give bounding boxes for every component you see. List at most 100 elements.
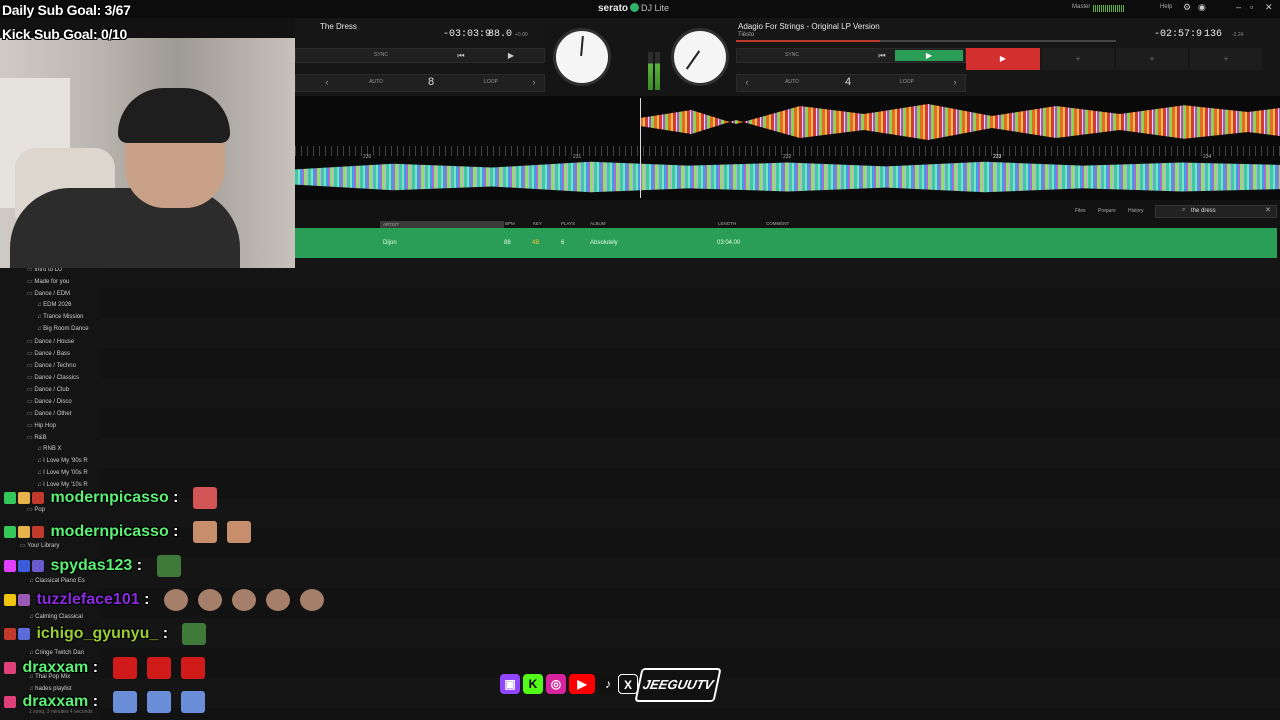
- crate-item[interactable]: Cringe Twitch Dan: [29, 650, 84, 656]
- cell-artist: Dijon: [383, 240, 397, 246]
- deck1-level-meter: [648, 52, 653, 90]
- col-bpm[interactable]: BPM: [505, 221, 515, 226]
- account-icon[interactable]: ◉: [1198, 2, 1206, 13]
- crate-item[interactable]: R&B: [27, 434, 46, 441]
- hotcue-1-button[interactable]: ▶: [966, 48, 1040, 70]
- cell-length: 03:04.00: [717, 240, 741, 246]
- deck2-overview[interactable]: [736, 40, 1116, 42]
- kick-sub-goal: Kick Sub Goal: 0/10: [2, 26, 128, 42]
- deck1-cue-button[interactable]: ⏮: [446, 50, 476, 61]
- crate-item[interactable]: Classical Piano Es: [29, 578, 85, 584]
- deck1-next-icon[interactable]: ›: [528, 77, 540, 88]
- tiktok-icon: ♪: [598, 674, 618, 694]
- crate-item[interactable]: Dance / Classics: [27, 374, 79, 381]
- col-key[interactable]: KEY: [533, 221, 542, 226]
- crate-item[interactable]: Dance / Club: [27, 386, 69, 393]
- empty-row: [100, 618, 1280, 648]
- col-length[interactable]: LENGTH: [718, 221, 736, 226]
- crate-item[interactable]: Dance / Bass: [27, 350, 70, 357]
- deck2-bpm: 136: [1204, 29, 1223, 40]
- help-menu[interactable]: Help: [1160, 4, 1172, 10]
- emote-icon: [156, 555, 181, 577]
- deck2-next-icon[interactable]: ›: [949, 77, 961, 88]
- hotcue-4-button[interactable]: +: [1190, 48, 1262, 70]
- chat-message: modernpicasso :: [4, 521, 251, 543]
- deck2-gain-knob[interactable]: [671, 28, 729, 86]
- minimize-icon[interactable]: –: [1236, 2, 1241, 12]
- search-input[interactable]: the dress: [1191, 208, 1216, 214]
- crate-item[interactable]: Dance / Disco: [27, 398, 71, 405]
- deck2-level-meter: [655, 52, 660, 90]
- search-box[interactable]: ⌕ the dress: [1155, 205, 1277, 218]
- deck1-waveform: [295, 161, 1280, 193]
- streamer-hair: [118, 88, 230, 143]
- empty-row: [100, 438, 1280, 468]
- deck2-prev-icon[interactable]: ‹: [741, 77, 753, 88]
- bar-marker: 230: [363, 154, 372, 160]
- tab-prepare[interactable]: Prepare: [1098, 208, 1116, 214]
- col-album[interactable]: ALBUM: [590, 221, 606, 226]
- crate-item[interactable]: Hip Hop: [27, 422, 56, 429]
- deck2-play-button[interactable]: ▶: [895, 50, 963, 61]
- tab-history[interactable]: History: [1128, 208, 1144, 214]
- crate-item[interactable]: Trance Mission: [37, 314, 83, 320]
- col-artist[interactable]: ARTIST: [380, 221, 504, 228]
- chat-message: draxxam :: [4, 691, 205, 713]
- maximize-icon[interactable]: ▫: [1250, 2, 1253, 12]
- kick-icon: K: [523, 674, 543, 694]
- table-row[interactable]: Dijon 88 4B 6 Absolutely 03:04.00: [295, 228, 1277, 258]
- hotcue-2-button[interactable]: +: [1042, 48, 1114, 70]
- empty-row: [100, 378, 1280, 408]
- deck1-loop-button[interactable]: LOOP: [476, 77, 506, 88]
- chat-message: ichigo_gyunyu_ :: [4, 623, 207, 645]
- crate-item[interactable]: Your Library: [20, 542, 59, 549]
- serato-dot-icon: [630, 3, 640, 12]
- deck2-loop-button[interactable]: LOOP: [892, 77, 922, 88]
- deck1-pitch: +0.00: [515, 32, 528, 38]
- hotcue-3-button[interactable]: +: [1116, 48, 1188, 70]
- waveform-display[interactable]: 230 231 232 233 234: [295, 96, 1280, 200]
- crate-item[interactable]: EDM 2026: [37, 302, 71, 308]
- deck1-play-button[interactable]: ▶: [496, 50, 526, 61]
- crate-item[interactable]: I Love My '90s R: [37, 458, 88, 464]
- deck1-sync-button[interactable]: SYNC: [366, 50, 396, 61]
- deck2-beatjump-value: 4: [844, 76, 852, 88]
- deck2-waveform: [640, 104, 1280, 140]
- emote-icon: [182, 623, 207, 645]
- master-meter: [1093, 5, 1125, 12]
- instagram-icon: ◎: [546, 674, 566, 694]
- crate-item[interactable]: I Love My '00s R: [37, 470, 88, 476]
- col-comment[interactable]: COMMENT: [766, 221, 789, 226]
- webcam-feed: [0, 38, 295, 268]
- col-plays[interactable]: PLAYS: [561, 221, 575, 226]
- clear-search-icon[interactable]: ✕: [1265, 206, 1271, 214]
- deck1-auto-button[interactable]: AUTO: [361, 77, 391, 88]
- crate-item[interactable]: Dance / Techno: [27, 362, 76, 369]
- crate-item[interactable]: Dance / EDM: [27, 290, 70, 297]
- deck2-transport: SYNC ⏮ ▶: [736, 48, 966, 63]
- crate-item[interactable]: Calming Classical: [29, 614, 83, 620]
- playhead: [640, 98, 641, 198]
- daily-sub-goal: Daily Sub Goal: 3/67: [2, 2, 131, 18]
- crate-item[interactable]: RNB X: [37, 446, 61, 452]
- deck1-gain-knob[interactable]: [553, 28, 611, 86]
- deck2-sync-button[interactable]: SYNC: [777, 50, 807, 61]
- crate-item[interactable]: Dance / Other: [27, 410, 71, 417]
- badge-icon: [4, 696, 16, 708]
- tab-files[interactable]: Files: [1075, 208, 1086, 214]
- badge-icon: [18, 560, 30, 572]
- crate-item[interactable]: Big Room Dance: [37, 326, 88, 332]
- deck1-prev-icon[interactable]: ‹: [321, 77, 333, 88]
- deck1-beatjump-value: 8: [427, 76, 435, 88]
- empty-row: [100, 558, 1280, 588]
- close-icon[interactable]: ✕: [1265, 2, 1273, 13]
- mixer: [545, 18, 736, 96]
- badge-icon: [18, 492, 30, 504]
- crate-item[interactable]: Dance / House: [27, 338, 74, 345]
- settings-icon[interactable]: ⚙: [1183, 2, 1191, 13]
- crate-item[interactable]: Made for you: [27, 278, 69, 285]
- deck2-cue-button[interactable]: ⏮: [867, 50, 897, 61]
- deck2-artist: Tiësto: [738, 32, 755, 38]
- deck2-auto-button[interactable]: AUTO: [777, 77, 807, 88]
- emote-icon: [180, 691, 205, 713]
